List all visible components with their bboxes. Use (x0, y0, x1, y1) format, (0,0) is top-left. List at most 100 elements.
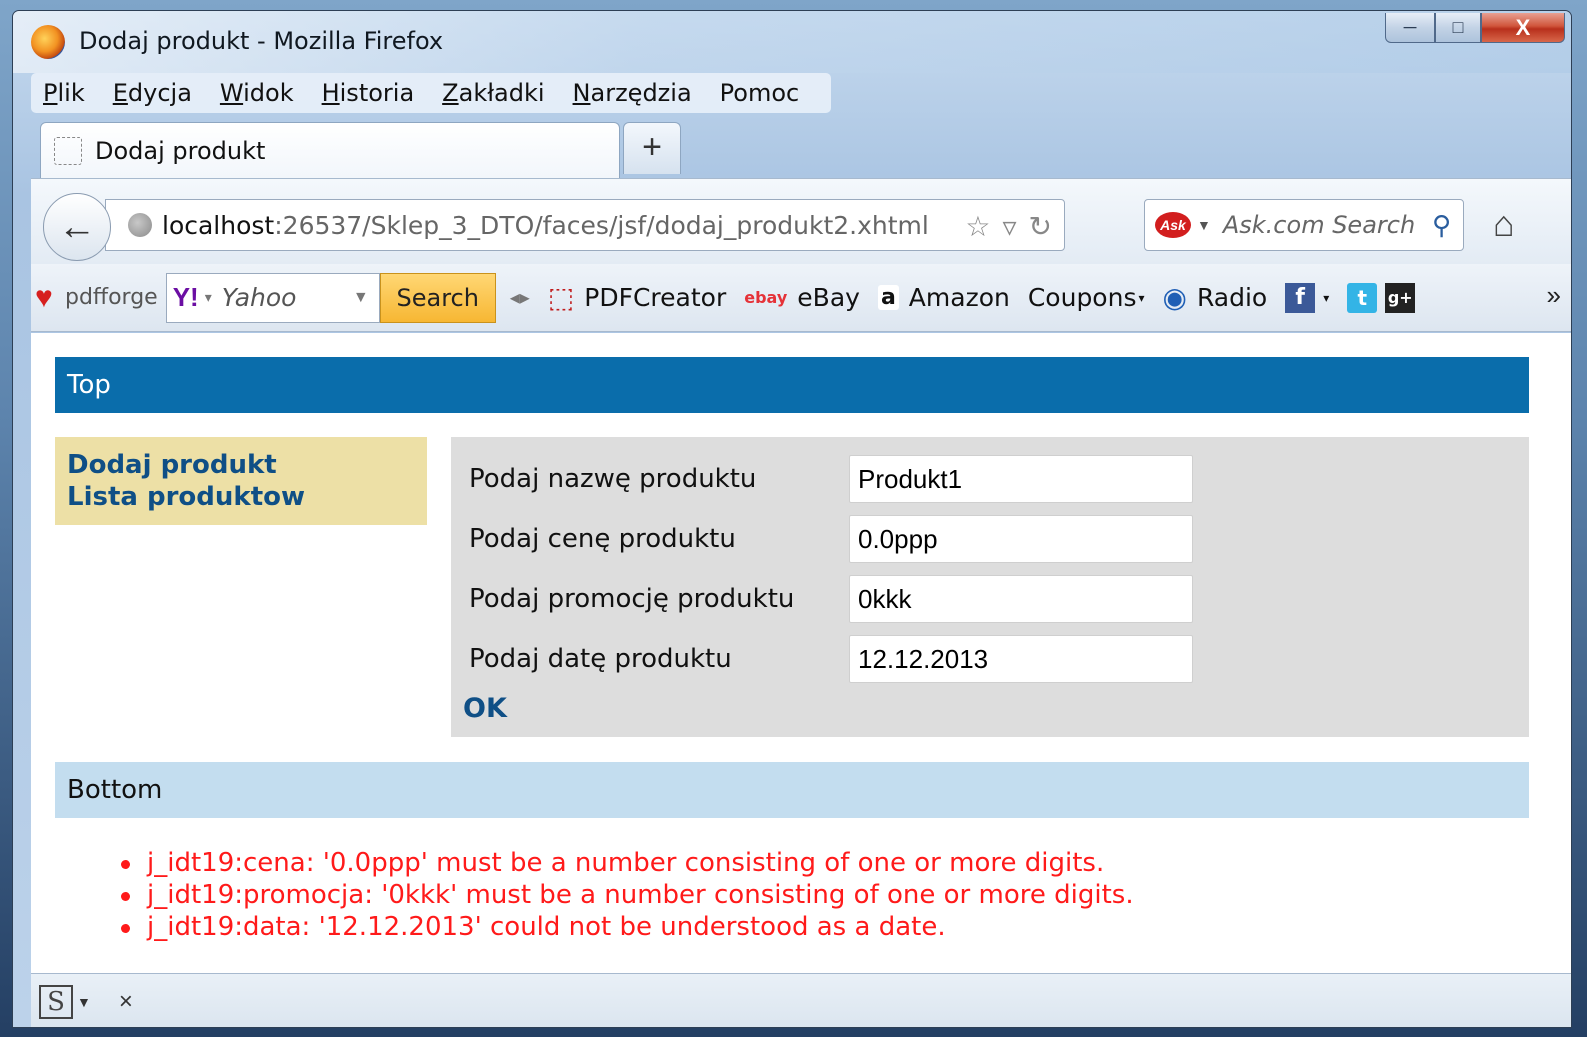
promo-field[interactable]: 0kkk (849, 575, 1193, 623)
bookmark-radio[interactable]: ◉ Radio (1163, 281, 1268, 314)
window-controls: ─ □ X (1385, 13, 1565, 43)
url-actions: ☆ ▿ ↻ (965, 210, 1052, 243)
menu-pomoc[interactable]: Pomoc (720, 79, 800, 107)
navigation-toolbar: localhost:26537/Sklep_3_DTO/faces/jsf/do… (31, 178, 1571, 264)
product-form: Podaj nazwę produktu Produkt1 Podaj cenę… (451, 437, 1529, 737)
tab-dodaj-produkt[interactable]: Dodaj produkt (40, 122, 620, 178)
search-engine-dropdown-icon[interactable]: ▼ (1197, 217, 1211, 233)
pdfforge-label: pdfforge (65, 285, 158, 310)
menu-historia-mnemonic: H (321, 79, 340, 107)
globe-icon (128, 213, 152, 237)
twitter-icon: t (1347, 282, 1378, 313)
menu-edycja[interactable]: Edycja (113, 79, 192, 107)
menu-zakladki-mnemonic: Z (442, 79, 459, 107)
link-lista-produktow[interactable]: Lista produktow (67, 481, 415, 513)
bookmarks-toolbar: ♥ pdfforge Y! ▾ Yahoo ▼ Search ◂▸ ⬚ PDFC… (31, 264, 1571, 332)
menu-historia[interactable]: Historia (322, 79, 415, 107)
menu-plik-label: lik (57, 79, 85, 107)
home-icon[interactable]: ⌂ (1493, 203, 1515, 245)
bookmark-star-icon[interactable]: ☆ (965, 210, 990, 243)
search-bar[interactable]: Ask ▼ Ask.com Search ⚲ (1144, 199, 1464, 251)
date-label: Podaj datę produktu (469, 644, 732, 674)
side-menu: Dodaj produkt Lista produktow (55, 437, 427, 525)
bookmark-label: Amazon (908, 283, 1010, 312)
history-dropdown-icon[interactable]: ▿ (1002, 210, 1016, 243)
date-field[interactable]: 12.12.2013 (849, 635, 1193, 683)
search-icon[interactable]: ⚲ (1432, 210, 1451, 241)
amazon-icon: a (877, 285, 899, 310)
minimize-button[interactable]: ─ (1385, 13, 1435, 43)
close-icon[interactable]: × (119, 988, 133, 1016)
new-tab-button[interactable]: + (623, 122, 681, 174)
tab-label: Dodaj produkt (95, 137, 266, 165)
browser-window: Dodaj produkt - Mozilla Firefox ─ □ X Pl… (12, 10, 1572, 1028)
menu-narzedzia-label: arzędzia (590, 79, 692, 107)
form-row-price: Podaj cenę produktu 0.0ppp (469, 515, 1193, 563)
bookmark-coupons[interactable]: Coupons ▾ (1028, 283, 1145, 312)
menu-bar: Plik Edycja Widok Historia Zakładki Narz… (31, 73, 831, 113)
menu-plik-mnemonic: P (43, 79, 58, 107)
firefox-icon[interactable] (31, 25, 65, 59)
maximize-button[interactable]: □ (1435, 13, 1481, 43)
yahoo-search-button[interactable]: Search (379, 272, 496, 323)
window-title: Dodaj produkt - Mozilla Firefox (79, 27, 444, 55)
menu-narzedzia[interactable]: Narzędzia (573, 79, 692, 107)
facebook-icon: f (1285, 282, 1316, 313)
page-content: Top Dodaj produkt Lista produktow Podaj … (31, 333, 1571, 973)
back-button[interactable]: ← (43, 193, 111, 261)
ask-logo-icon[interactable]: Ask (1155, 212, 1191, 238)
form-row-date: Podaj datę produktu 12.12.2013 (469, 635, 1193, 683)
bookmark-amazon[interactable]: a Amazon (877, 283, 1010, 312)
price-label: Podaj cenę produktu (469, 524, 736, 554)
url-path: :26537/Sklep_3_DTO/faces/jsf/dodaj_produ… (274, 210, 929, 240)
bookmark-ebay[interactable]: ebay eBay (744, 283, 860, 312)
menu-plik[interactable]: Plik (43, 79, 85, 107)
bookmark-label: Radio (1196, 283, 1268, 312)
pdf-icon: ⬚ (547, 281, 575, 314)
chevron-down-icon[interactable]: ▼ (77, 994, 91, 1010)
ok-button[interactable]: OK (463, 693, 507, 724)
menu-zakladki-label: akładki (458, 79, 545, 107)
chevron-down-icon: ▾ (1323, 290, 1330, 305)
ebay-icon: ebay (744, 288, 788, 307)
error-message: j_idt19:cena: '0.0ppp' must be a number … (121, 847, 1134, 879)
form-row-promo: Podaj promocję produktu 0kkk (469, 575, 1193, 623)
more-bookmarks-chevron-icon[interactable]: » (1547, 280, 1561, 311)
menu-historia-label: istoria (339, 79, 415, 107)
page-bottom-footer: Bottom (55, 762, 1529, 818)
menu-edycja-mnemonic: E (112, 79, 128, 107)
error-message: j_idt19:data: '12.12.2013' could not be … (121, 911, 1134, 943)
search-input[interactable]: Ask.com Search (1223, 211, 1415, 239)
yahoo-logo-icon: Y! (172, 282, 199, 312)
menu-widok-label: idok (243, 79, 294, 107)
google-plus-button[interactable]: g+ (1385, 282, 1416, 313)
close-button[interactable]: X (1481, 13, 1565, 43)
menu-pomoc-label: Pomoc (719, 79, 800, 107)
chevron-down-icon: ▾ (1138, 290, 1145, 305)
chevron-down-icon[interactable]: ▼ (353, 289, 369, 307)
addon-s-icon[interactable]: S (39, 984, 73, 1019)
bookmark-label: eBay (797, 283, 860, 312)
bookmark-label: PDFCreator (584, 283, 727, 312)
name-field[interactable]: Produkt1 (849, 455, 1193, 503)
bookmark-label: Coupons (1027, 283, 1137, 312)
price-field[interactable]: 0.0ppp (849, 515, 1193, 563)
title-bar: Dodaj produkt - Mozilla Firefox ─ □ X (13, 11, 1571, 73)
yahoo-dropdown-icon[interactable]: ▾ (205, 289, 212, 306)
radio-icon: ◉ (1162, 281, 1187, 314)
yahoo-search-input[interactable]: Y! ▾ Yahoo ▼ (165, 272, 380, 323)
url-bar[interactable]: localhost:26537/Sklep_3_DTO/faces/jsf/do… (105, 199, 1065, 251)
link-dodaj-produkt[interactable]: Dodaj produkt (67, 449, 415, 481)
menu-zakladki[interactable]: Zakładki (442, 79, 544, 107)
reload-icon[interactable]: ↻ (1029, 210, 1052, 243)
pdfforge-link[interactable]: ♥ pdfforge (35, 282, 158, 313)
form-row-name: Podaj nazwę produktu Produkt1 (469, 455, 1193, 503)
bookmark-pdfcreator[interactable]: ⬚ PDFCreator (548, 281, 726, 314)
google-plus-icon: g+ (1385, 282, 1416, 313)
page-icon (54, 137, 82, 165)
toolbar-resize-handle[interactable]: ◂▸ (510, 285, 530, 310)
facebook-button[interactable]: f ▾ (1285, 282, 1330, 313)
twitter-button[interactable]: t (1347, 282, 1378, 313)
menu-widok[interactable]: Widok (220, 79, 294, 107)
back-arrow-icon: ← (58, 205, 96, 248)
